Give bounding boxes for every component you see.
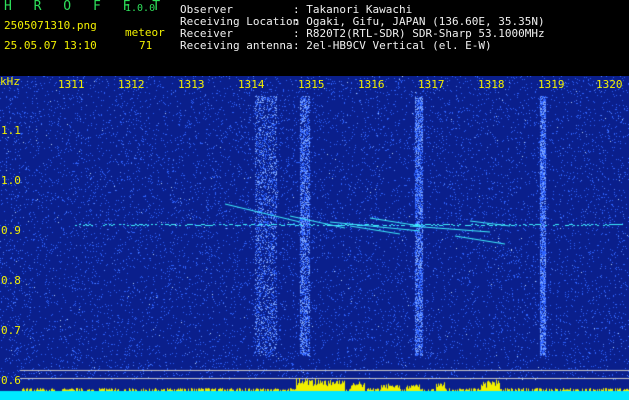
time-tick-1314: 1314 (238, 78, 265, 91)
header-panel: H R O F F T 1.0.0 2505071310.png meteor … (0, 0, 629, 76)
time-tick-1317: 1317 (418, 78, 445, 91)
time-tick-1319: 1319 (538, 78, 565, 91)
time-tick-1316: 1316 (358, 78, 385, 91)
time-tick-1312: 1312 (118, 78, 145, 91)
time-tick-1311: 1311 (58, 78, 85, 91)
freq-tick-1-0: 1.0 (1, 174, 21, 187)
meteor-label: meteor (125, 26, 165, 39)
freq-tick-1-1: 1.1 (1, 124, 21, 137)
meteor-count: 71 (139, 39, 153, 52)
antenna-label: Receiving antenna (180, 39, 293, 52)
time-tick-1315: 1315 (298, 78, 325, 91)
freq-tick-0-8: 0.8 (1, 274, 21, 287)
app-version: 1.0.0 (125, 3, 156, 14)
freq-tick-0-7: 0.7 (1, 324, 21, 337)
freq-tick-0-6: 0.6 (1, 374, 21, 387)
spectrogram-canvas (0, 76, 629, 400)
freq-tick-0-9: 0.9 (1, 224, 21, 237)
freq-unit-label: kHz (0, 75, 20, 88)
time-tick-1320: 1320 (596, 78, 623, 91)
time-tick-1318: 1318 (478, 78, 505, 91)
time-tick-1313: 1313 (178, 78, 205, 91)
antenna-value: : 2el-HB9CV Vertical (el. E-W) (293, 39, 492, 52)
file-name: 2505071310.png (4, 19, 97, 32)
datetime: 25.05.07 13:10 (4, 39, 97, 52)
